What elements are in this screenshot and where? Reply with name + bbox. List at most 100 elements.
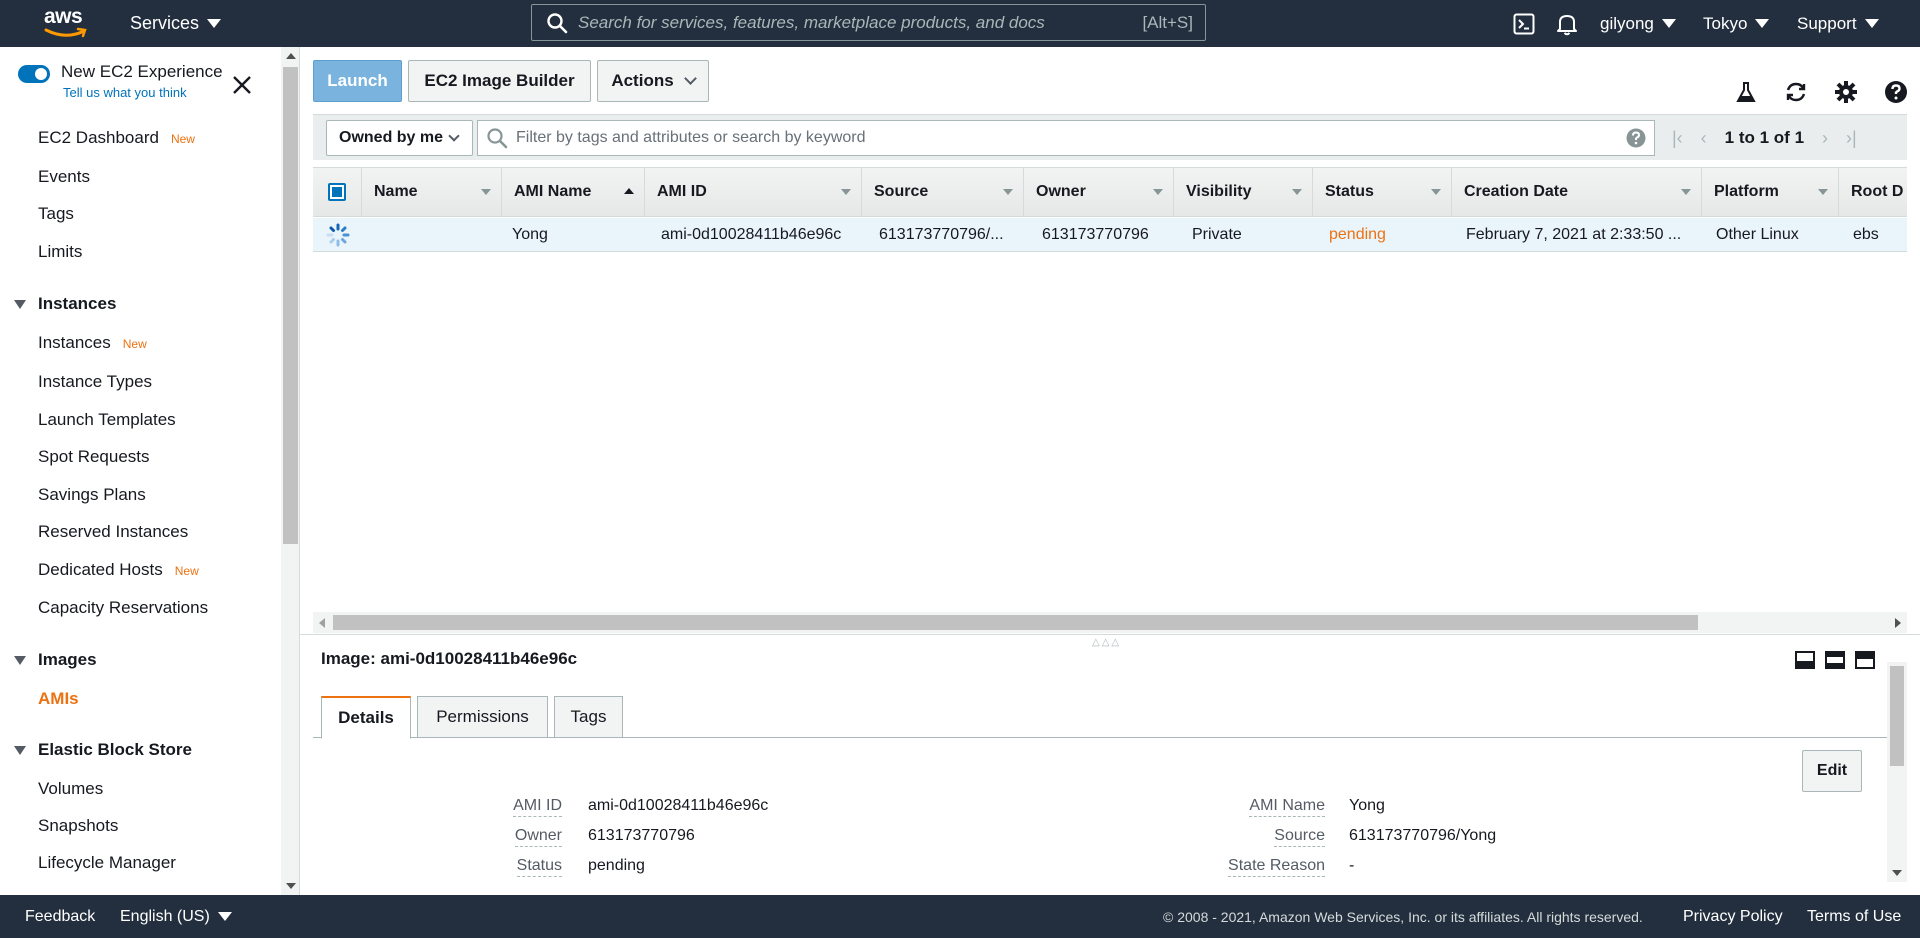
- scroll-down-icon[interactable]: [286, 883, 296, 889]
- sidebar-section-elastic-block-store[interactable]: Elastic Block Store: [14, 740, 192, 760]
- cell-platform: Other Linux: [1716, 225, 1799, 243]
- select-all-checkbox[interactable]: [328, 183, 346, 201]
- edit-button[interactable]: Edit: [1802, 750, 1862, 792]
- notifications-button[interactable]: [1556, 0, 1578, 47]
- column-header-ami-id[interactable]: AMI ID: [644, 168, 861, 216]
- column-header-platform[interactable]: Platform: [1701, 168, 1838, 216]
- pagination: |‹ ‹ 1 to 1 of 1 › ›|: [1672, 115, 1857, 161]
- privacy-policy-link[interactable]: Privacy Policy: [1683, 895, 1783, 938]
- support-menu[interactable]: Support: [1797, 0, 1879, 47]
- filter-search-box[interactable]: [477, 120, 1655, 156]
- first-page-icon[interactable]: |‹: [1672, 128, 1683, 149]
- scrollbar-thumb[interactable]: [333, 615, 1698, 630]
- sidebar-item-events[interactable]: Events: [38, 167, 90, 187]
- tab-tags[interactable]: Tags: [554, 696, 623, 738]
- last-page-icon[interactable]: ›|: [1846, 128, 1857, 149]
- sidebar-item-spot-requests[interactable]: Spot Requests: [38, 447, 150, 467]
- sidebar-item-label: Snapshots: [38, 816, 119, 835]
- loading-spinner-icon: [326, 223, 350, 247]
- scroll-right-icon[interactable]: [1895, 618, 1901, 628]
- sidebar-item-amis[interactable]: AMIs: [38, 689, 79, 709]
- sidebar-item-launch-templates[interactable]: Launch Templates: [38, 410, 176, 430]
- cloudshell-button[interactable]: [1513, 0, 1535, 47]
- new-experience-toggle[interactable]: [18, 65, 50, 83]
- sidebar-item-savings-plans[interactable]: Savings Plans: [38, 485, 146, 505]
- scrollbar-thumb[interactable]: [283, 67, 298, 544]
- terms-of-use-link[interactable]: Terms of Use: [1807, 895, 1901, 938]
- close-icon[interactable]: [230, 73, 254, 97]
- sidebar-item-tags[interactable]: Tags: [38, 204, 74, 224]
- refresh-icon[interactable]: [1784, 80, 1808, 104]
- column-header-creation-date[interactable]: Creation Date: [1451, 168, 1701, 216]
- column-label: AMI Name: [514, 183, 592, 200]
- sidebar-item-reserved-instances[interactable]: Reserved Instances: [38, 522, 188, 542]
- image-builder-button[interactable]: EC2 Image Builder: [408, 60, 591, 102]
- sidebar-item-dedicated-hosts[interactable]: Dedicated Hosts New: [38, 560, 199, 580]
- table-horizontal-scrollbar[interactable]: [313, 612, 1907, 633]
- help-icon[interactable]: [1626, 128, 1646, 148]
- language-selector[interactable]: English (US): [120, 895, 232, 938]
- pane-splitter[interactable]: △△△: [300, 634, 1920, 648]
- column-label: Visibility: [1186, 183, 1252, 200]
- column-header-owner[interactable]: Owner: [1023, 168, 1173, 216]
- new-badge: New: [174, 564, 199, 578]
- drag-handle-icon[interactable]: △△△: [1092, 637, 1121, 648]
- scroll-left-icon[interactable]: [319, 618, 325, 628]
- label-source: Source: [1274, 827, 1325, 847]
- filter-input[interactable]: [516, 129, 1626, 147]
- launch-button[interactable]: Launch: [313, 60, 402, 102]
- column-header-root-device[interactable]: Root D: [1838, 168, 1907, 216]
- layout-top-icon[interactable]: [1855, 651, 1875, 669]
- sidebar-item-instance-types[interactable]: Instance Types: [38, 372, 152, 392]
- tab-permissions[interactable]: Permissions: [417, 696, 548, 738]
- sidebar-item-label: Launch Templates: [38, 410, 176, 429]
- column-header-visibility[interactable]: Visibility: [1173, 168, 1312, 216]
- sidebar-section-images[interactable]: Images: [14, 650, 97, 670]
- sidebar-item-lifecycle-manager[interactable]: Lifecycle Manager: [38, 853, 176, 873]
- sidebar-item-capacity-reservations[interactable]: Capacity Reservations: [38, 598, 208, 618]
- region-menu[interactable]: Tokyo: [1703, 0, 1770, 47]
- services-label: Services: [130, 13, 200, 33]
- table-header: Name AMI Name AMI ID Source Owner Visibi…: [313, 167, 1907, 217]
- layout-bottom-icon[interactable]: [1795, 651, 1815, 669]
- actions-button[interactable]: Actions: [597, 60, 709, 102]
- aws-logo[interactable]: aws: [44, 6, 90, 42]
- sidebar-item-snapshots[interactable]: Snapshots: [38, 816, 118, 836]
- previous-page-icon[interactable]: ‹: [1701, 128, 1707, 149]
- feedback-link[interactable]: Tell us what you think: [63, 85, 187, 100]
- sidebar-scrollbar[interactable]: [281, 47, 299, 895]
- column-header-status[interactable]: Status: [1312, 168, 1451, 216]
- sidebar-item-ec2-dashboard[interactable]: EC2 Dashboard New: [38, 128, 195, 148]
- flask-icon[interactable]: [1734, 80, 1758, 104]
- details-scrollbar[interactable]: [1887, 662, 1907, 882]
- global-search-box[interactable]: [Alt+S]: [531, 4, 1206, 41]
- owner-filter-dropdown[interactable]: Owned by me: [326, 120, 473, 156]
- column-header-name[interactable]: Name: [361, 168, 501, 216]
- feedback-link[interactable]: Feedback: [25, 895, 95, 938]
- scroll-up-icon[interactable]: [286, 53, 296, 59]
- sidebar-item-volumes[interactable]: Volumes: [38, 779, 103, 799]
- help-icon[interactable]: [1884, 80, 1908, 104]
- table-row[interactable]: Yong ami-0d10028411b46e96c 613173770796/…: [313, 218, 1907, 252]
- cell-root-device: ebs: [1853, 225, 1879, 243]
- sort-caret-icon: [1681, 189, 1691, 195]
- owner-filter-value: Owned by me: [339, 129, 444, 146]
- sidebar-item-limits[interactable]: Limits: [38, 242, 82, 262]
- actions-label: Actions: [611, 71, 674, 90]
- services-menu-button[interactable]: Services: [130, 0, 222, 47]
- sidebar-section-instances[interactable]: Instances: [14, 294, 116, 314]
- sort-ascending-icon: [624, 188, 634, 194]
- gear-icon[interactable]: [1834, 80, 1858, 104]
- scrollbar-thumb[interactable]: [1890, 666, 1904, 766]
- global-search-input[interactable]: [578, 12, 1143, 33]
- layout-split-icon[interactable]: [1825, 651, 1845, 669]
- sidebar-item-label: Spot Requests: [38, 447, 150, 466]
- tab-details[interactable]: Details: [321, 696, 411, 739]
- sidebar-item-instances[interactable]: Instances New: [38, 333, 147, 353]
- column-header-ami-name[interactable]: AMI Name: [501, 168, 644, 216]
- scroll-down-icon[interactable]: [1892, 870, 1902, 876]
- account-menu[interactable]: gilyong: [1600, 0, 1676, 47]
- next-page-icon[interactable]: ›: [1822, 128, 1828, 149]
- column-header-source[interactable]: Source: [861, 168, 1023, 216]
- filter-bar: Owned by me |‹ ‹ 1 to 1 of 1 › ›|: [313, 114, 1907, 160]
